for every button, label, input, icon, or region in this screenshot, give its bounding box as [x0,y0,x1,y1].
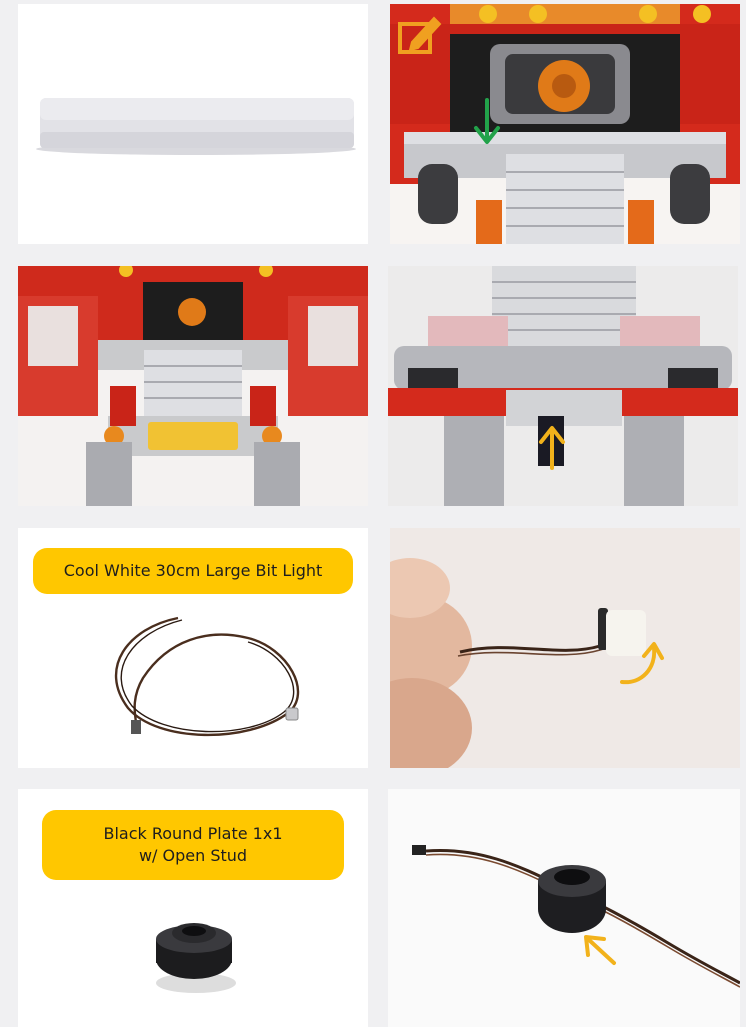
photo-holding-light [390,528,740,768]
part-name-line-2: w/ Open Stud [138,846,248,865]
part-name-label: Black Round Plate 1x1 w/ Open Stud [42,810,344,880]
part-name-label: Cool White 30cm Large Bit Light [33,548,353,594]
photo-wire-through-plate [388,789,740,1027]
grey-tile-image [18,4,368,244]
part-name-line-1: Black Round Plate 1x1 [103,824,283,843]
photo-truck-front [390,4,740,244]
part-black-round-plate: Black Round Plate 1x1 w/ Open Stud [18,789,368,1027]
photo-grey-tile [18,4,368,244]
part-cool-white-light: Cool White 30cm Large Bit Light [18,528,368,768]
photo-truck-doors-open [18,266,368,506]
photo-truck-underside [388,266,738,506]
